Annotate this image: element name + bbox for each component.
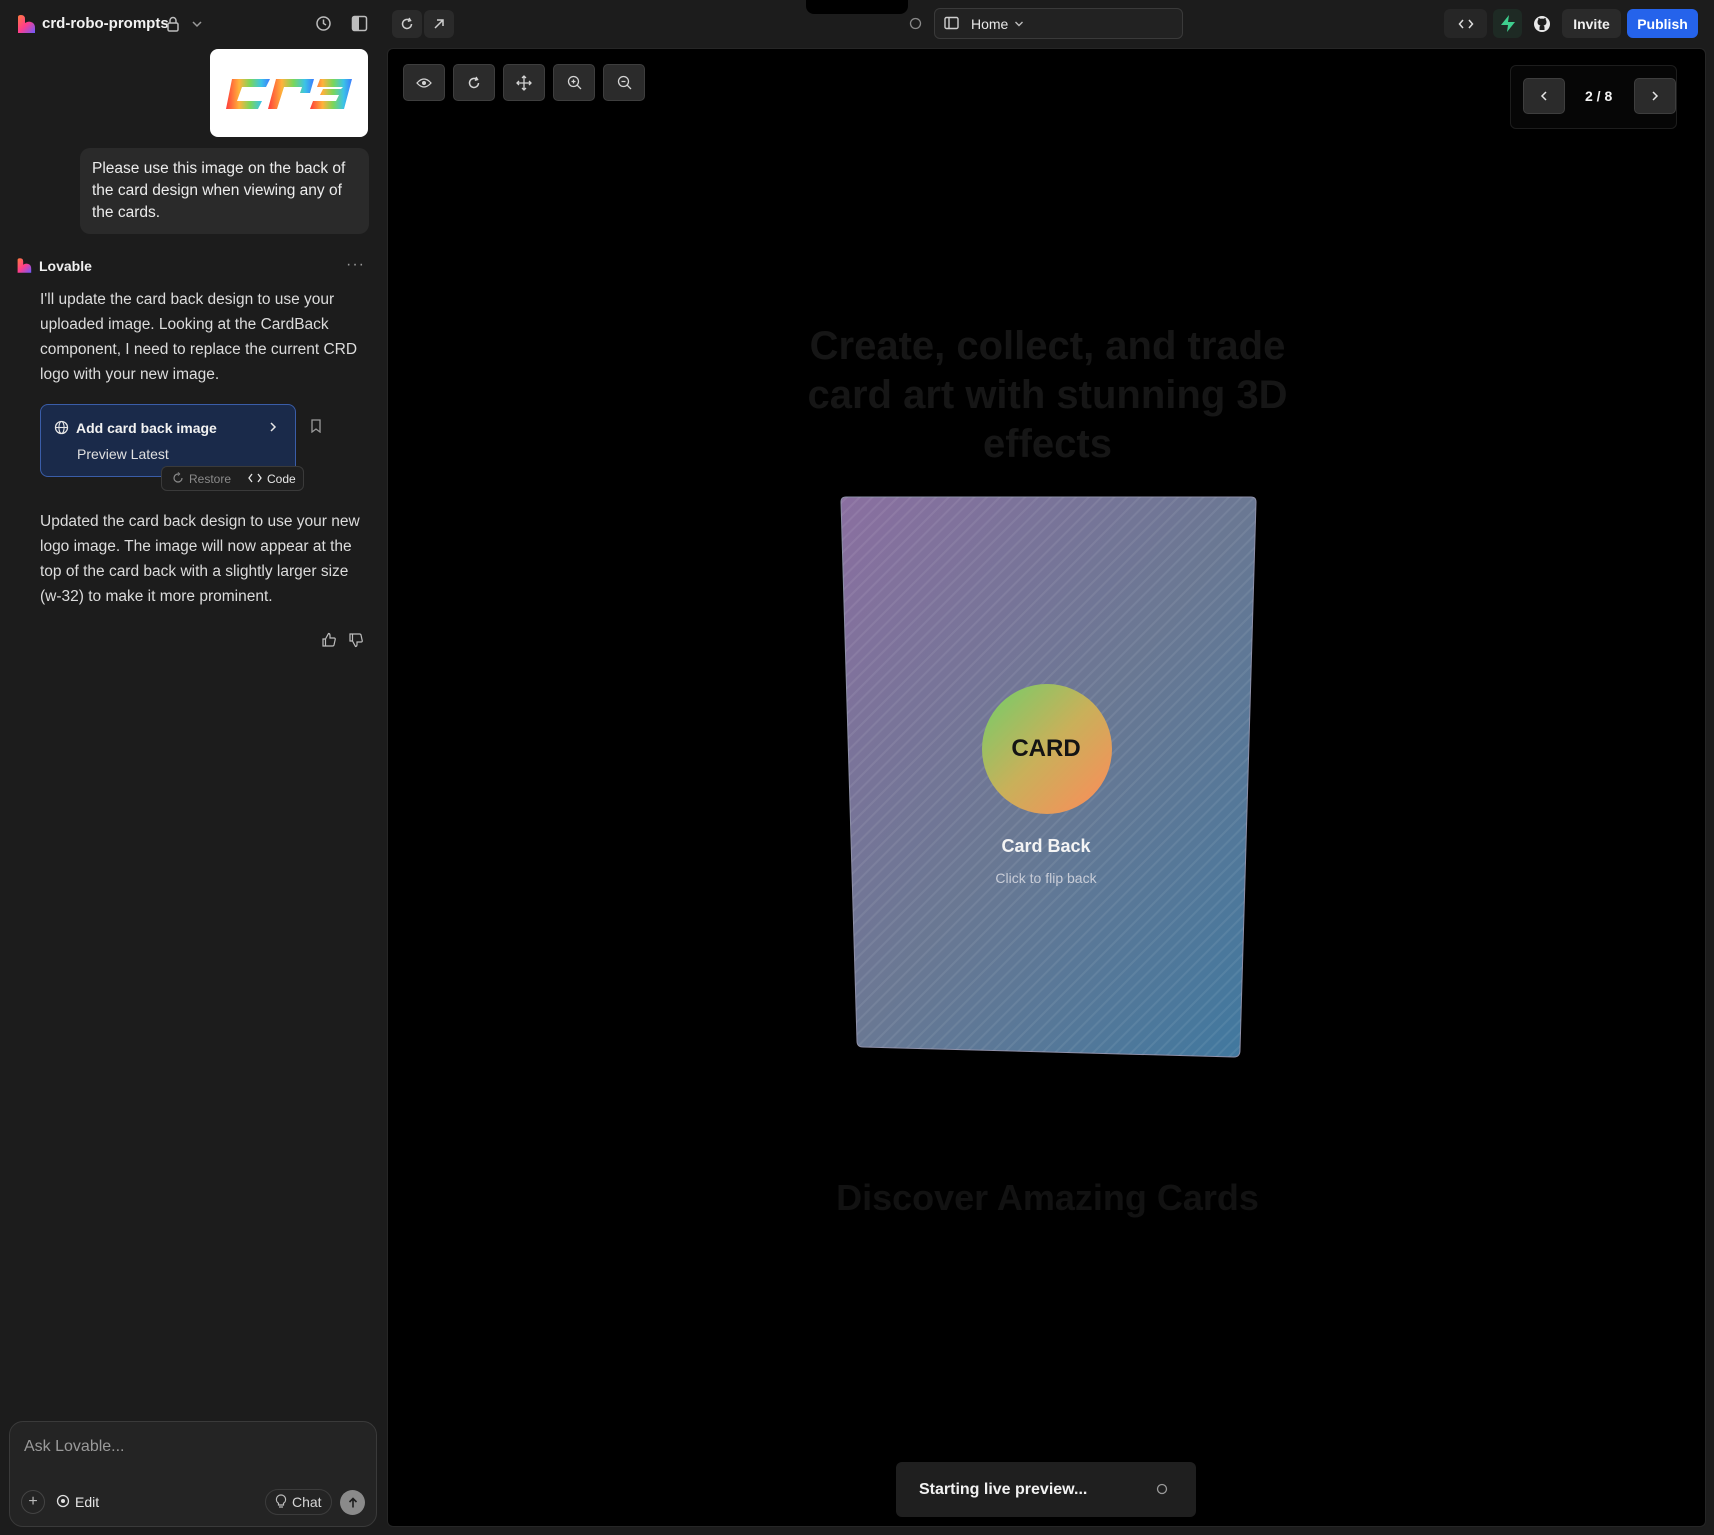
github-button[interactable] <box>1527 9 1556 38</box>
chevron-right-icon <box>1652 91 1659 101</box>
edit-target-icon <box>56 1494 70 1508</box>
arrow-up-icon <box>348 1496 357 1507</box>
assistant-name: Lovable <box>39 258 92 274</box>
preview-latest-link[interactable]: Preview Latest <box>77 446 169 462</box>
chat-mode-label: Chat <box>292 1494 322 1510</box>
assistant-message: Updated the card back design to use your… <box>40 513 360 605</box>
chevron-right-icon[interactable] <box>268 421 278 433</box>
more-options-icon[interactable]: ··· <box>346 256 365 274</box>
refresh-icon <box>401 17 413 30</box>
previous-card-button[interactable] <box>1523 78 1565 114</box>
toast-message: Starting live preview... <box>919 1481 1088 1498</box>
chevron-down-icon[interactable] <box>1014 20 1024 28</box>
code-icon <box>1458 19 1473 28</box>
github-icon <box>1533 15 1550 32</box>
rotate-icon <box>468 76 480 88</box>
code-button[interactable]: Code <box>267 472 296 486</box>
camera-notch <box>806 0 908 14</box>
plus-icon: + <box>28 1493 38 1510</box>
restore-icon <box>173 472 183 483</box>
thumbs-down-icon[interactable] <box>348 632 364 648</box>
send-button[interactable] <box>340 1490 365 1515</box>
move-icon <box>516 74 532 91</box>
eye-icon <box>416 77 432 88</box>
open-external-button[interactable] <box>424 10 454 38</box>
globe-icon <box>54 420 69 435</box>
history-icon[interactable] <box>315 15 332 32</box>
page-counter: 2 / 8 <box>1585 88 1613 104</box>
loading-circle-icon <box>909 17 922 30</box>
lock-icon <box>167 16 179 32</box>
restore-button[interactable]: Restore <box>189 472 231 486</box>
thumbs-up-icon[interactable] <box>321 632 337 648</box>
assistant-message: I'll update the card back design to use … <box>40 291 358 383</box>
move-button[interactable] <box>503 64 545 101</box>
publish-button[interactable]: Publish <box>1627 9 1698 38</box>
invite-button[interactable]: Invite <box>1562 9 1621 38</box>
lightbulb-icon <box>275 1494 287 1508</box>
supabase-button[interactable] <box>1493 9 1522 38</box>
zoom-in-button[interactable] <box>553 64 595 101</box>
edit-mode-button[interactable]: Edit <box>75 1494 99 1510</box>
background-subheading: Discover Amazing Cards <box>836 1177 1259 1218</box>
card-hint: Click to flip back <box>995 870 1097 886</box>
zoom-out-icon <box>617 75 631 90</box>
card-circle-label: CARD <box>1011 735 1081 762</box>
background-heading: Create, collect, and trade card art with… <box>807 324 1288 466</box>
crd-logo-image <box>226 79 352 109</box>
add-attachment-button[interactable]: + <box>21 1490 45 1514</box>
lovable-logo-icon[interactable] <box>16 15 36 33</box>
refresh-button[interactable] <box>392 10 422 38</box>
uploaded-image-thumbnail[interactable] <box>210 49 368 137</box>
sidebar-toggle-icon[interactable] <box>351 15 368 32</box>
card-title: Card Back <box>1001 836 1091 856</box>
card-back[interactable] <box>835 495 1260 1060</box>
prompt-input[interactable] <box>24 1433 354 1461</box>
zoom-in-icon <box>567 75 581 90</box>
bookmark-icon[interactable] <box>310 419 322 433</box>
rotate-button[interactable] <box>453 64 495 101</box>
zoom-out-button[interactable] <box>603 64 645 101</box>
arrow-up-right-icon <box>434 19 444 29</box>
page-icon <box>944 16 959 30</box>
loading-circle-icon <box>1156 1483 1168 1495</box>
url-path: Home <box>971 16 1009 32</box>
code-view-button[interactable] <box>1444 9 1487 38</box>
lovable-logo-icon <box>17 258 32 273</box>
next-card-button[interactable] <box>1634 78 1676 114</box>
chevron-left-icon <box>1540 91 1547 101</box>
supabase-icon <box>1500 15 1515 32</box>
project-name[interactable]: crd-robo-prompts <box>42 15 169 32</box>
toggle-view-button[interactable] <box>403 64 445 101</box>
code-icon <box>248 473 262 483</box>
user-message: Please use this image on the back of the… <box>80 148 369 234</box>
version-card-title: Add card back image <box>76 420 217 436</box>
chevron-down-icon[interactable] <box>191 19 203 29</box>
